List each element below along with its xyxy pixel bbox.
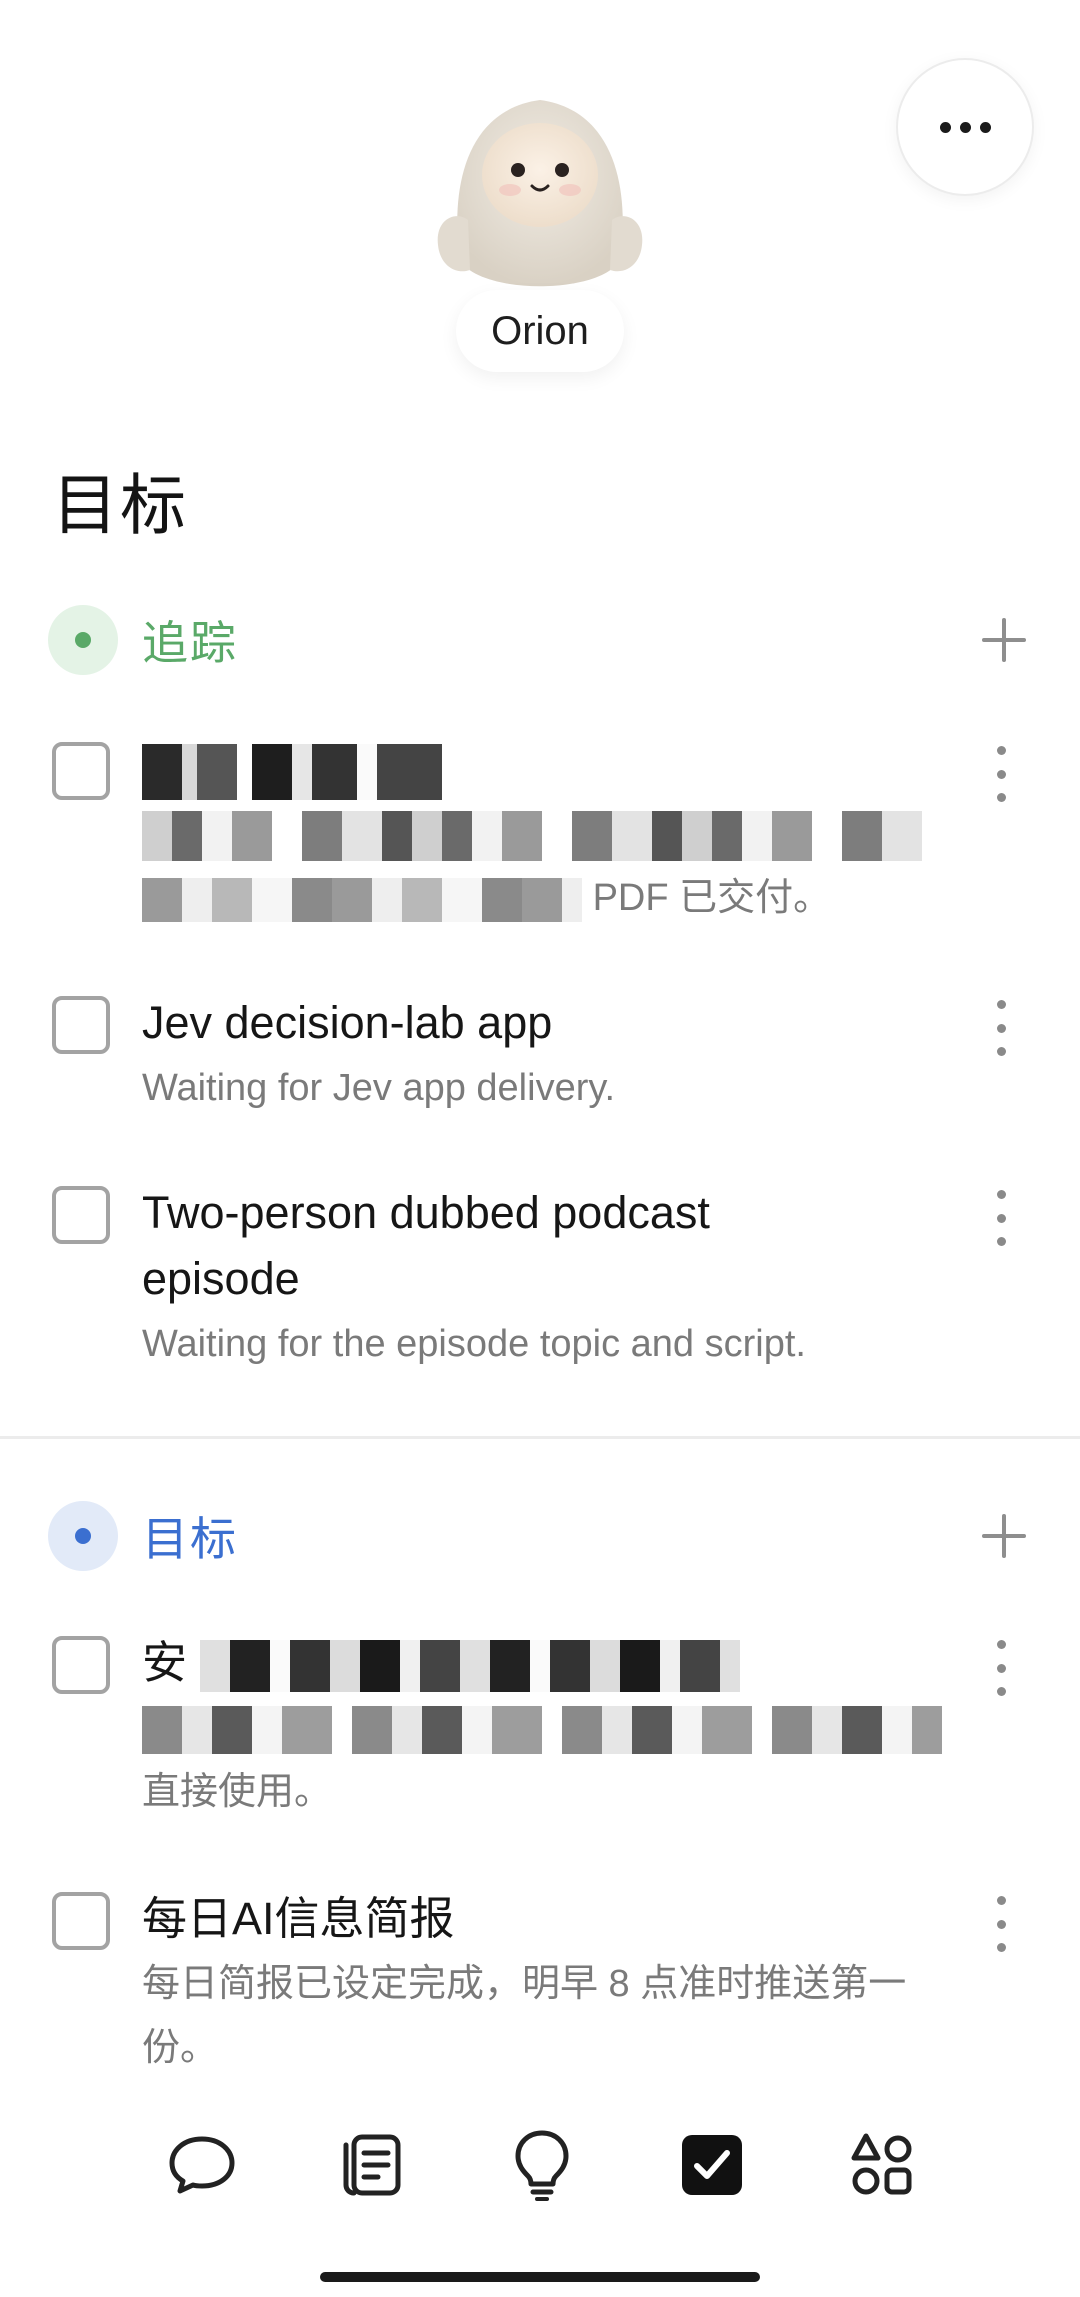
redacted-block (142, 744, 442, 801)
task-subtitle-redacted (142, 1696, 962, 1760)
checkbox-checked-icon (682, 2135, 742, 2195)
chat-bubble-icon (169, 2136, 235, 2194)
kebab-dot (996, 1047, 1006, 1056)
task-menu-button[interactable] (986, 1896, 1016, 1952)
task-checkbox[interactable] (52, 1892, 110, 1950)
notes-icon (343, 2134, 401, 2196)
section-header-goals: 目标 (48, 1500, 1032, 1572)
more-horizontal-icon (939, 121, 951, 133)
bottom-navigation (0, 2120, 1080, 2230)
kebab-dot (996, 1000, 1006, 1009)
task-item: PDF 已交付。 (48, 736, 1032, 926)
plush-character-avatar (437, 100, 643, 287)
header: Orion (0, 0, 1080, 390)
agent-profile[interactable]: Orion (420, 50, 660, 372)
nav-ideas[interactable] (497, 2120, 587, 2210)
add-tracking-button[interactable] (976, 612, 1032, 668)
kebab-dot (996, 1237, 1006, 1246)
nav-notes[interactable] (327, 2120, 417, 2210)
task-title-redacted (142, 736, 902, 802)
task-subtitle-redacted (142, 802, 962, 866)
page-title: 目标 (52, 468, 188, 542)
section-label: 追踪 (142, 617, 238, 669)
nav-chat[interactable] (157, 2120, 247, 2210)
task-item: 安 直接使用。 (48, 1630, 1032, 1830)
task-item: 每日AI信息简报 每日简报已设定完成，明早 8 点准时推送第一份。 (48, 1886, 1032, 2086)
add-goal-button[interactable] (976, 1508, 1032, 1564)
task-menu-button[interactable] (986, 746, 1016, 802)
more-options-button[interactable] (896, 58, 1034, 196)
redacted-block (142, 1705, 942, 1754)
kebab-dot (996, 769, 1006, 779)
agent-name: Orion (456, 290, 624, 372)
kebab-dot (996, 746, 1006, 755)
status-dot-core (75, 1528, 91, 1544)
task-subtitle: 每日简报已设定完成，明早 8 点准时推送第一份。 (142, 1963, 907, 2069)
redacted-block (142, 810, 922, 861)
task-menu-button[interactable] (986, 1000, 1016, 1056)
kebab-dot (996, 1687, 1006, 1696)
task-menu-button[interactable] (986, 1190, 1016, 1246)
task-title: 每日AI信息简报 (142, 1893, 455, 1944)
kebab-dot (996, 1896, 1006, 1905)
task-checkbox[interactable] (52, 996, 110, 1054)
kebab-dot (996, 1023, 1006, 1033)
task-checkbox[interactable] (52, 742, 110, 800)
status-dot-core (75, 632, 91, 648)
task-checkbox[interactable] (52, 1636, 110, 1694)
task-title: Two-person dubbed podcast episode (142, 1187, 710, 1304)
task-menu-button[interactable] (986, 1640, 1016, 1696)
task-title: Jev decision-lab app (142, 997, 553, 1048)
task-item: Jev decision-lab app Waiting for Jev app… (48, 990, 1032, 1130)
task-checkbox[interactable] (52, 1186, 110, 1244)
section-divider (0, 1436, 1080, 1439)
section-label: 目标 (142, 1513, 238, 1565)
nav-apps[interactable] (837, 2120, 927, 2210)
nav-tasks-active[interactable] (667, 2120, 757, 2210)
task-subtitle-line2: PDF 已交付。 (142, 866, 962, 930)
task-subtitle-line2: 直接使用。 (142, 1771, 333, 1813)
kebab-dot (996, 1943, 1006, 1952)
home-indicator[interactable] (320, 2272, 760, 2282)
kebab-dot (996, 1640, 1006, 1649)
redacted-block (199, 1640, 740, 1693)
status-dot-green (48, 605, 118, 675)
status-dot-blue (48, 1501, 118, 1571)
task-item: Two-person dubbed podcast episode Waitin… (48, 1180, 1032, 1380)
kebab-dot (996, 1919, 1006, 1929)
redacted-block (142, 877, 582, 922)
kebab-dot (996, 1213, 1006, 1223)
more-dot (979, 121, 991, 133)
kebab-dot (996, 1190, 1006, 1199)
lightbulb-icon (515, 2130, 569, 2201)
task-subtitle-text: PDF 已交付。 (592, 877, 832, 919)
apps-shapes-icon (851, 2133, 912, 2195)
task-title-text: 安 (142, 1637, 188, 1688)
more-dot (959, 121, 971, 133)
section-header-tracking: 追踪 (48, 604, 1032, 676)
task-subtitle: Waiting for the episode topic and script… (142, 1323, 806, 1365)
kebab-dot (996, 793, 1006, 802)
task-subtitle: Waiting for Jev app delivery. (142, 1067, 616, 1109)
kebab-dot (996, 1663, 1006, 1673)
task-title-redacted: 安 (142, 1630, 902, 1696)
